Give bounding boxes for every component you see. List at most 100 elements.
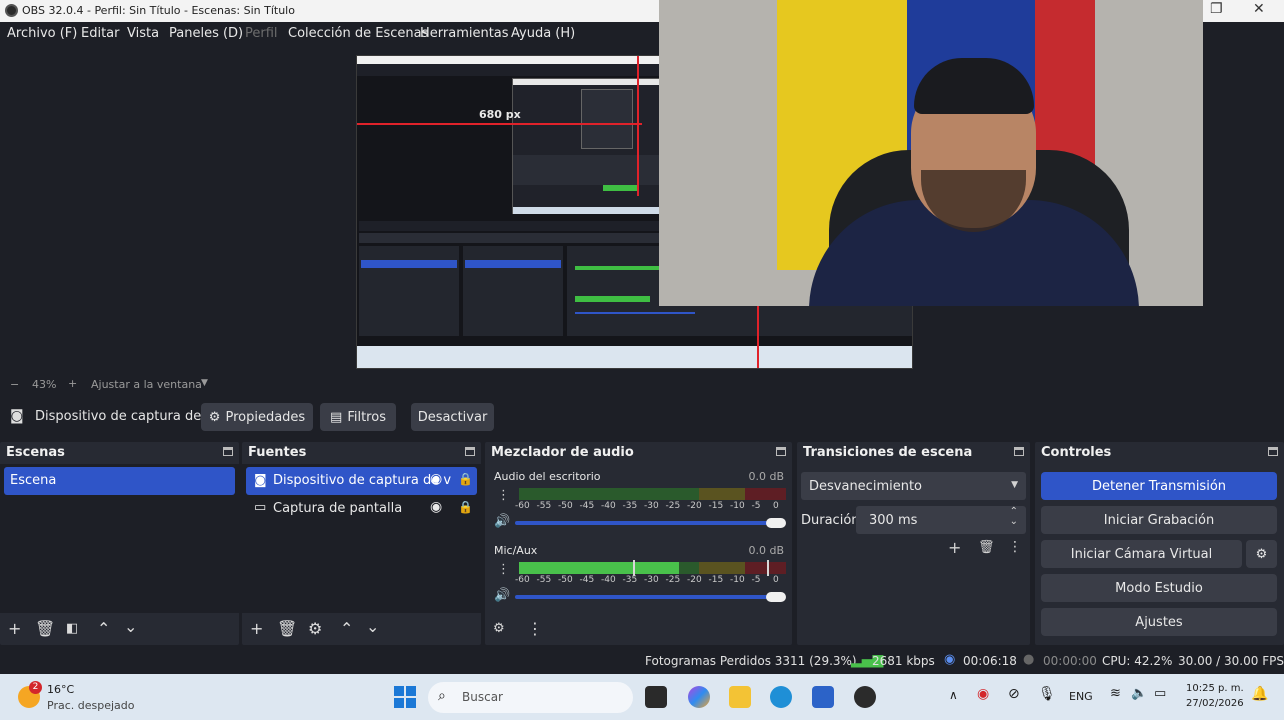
gear-icon[interactable]: ⚙ xyxy=(308,619,322,638)
microphone-icon[interactable]: 🎙 xyxy=(1038,686,1056,702)
dropped-frames: Fotogramas Perdidos 3311 (29.3%) xyxy=(645,654,857,668)
source-item[interactable]: ◙ Dispositivo de captura de v ◉ 🔒 xyxy=(246,467,477,495)
undock-icon[interactable] xyxy=(223,447,233,456)
gear-icon: ⚙ xyxy=(1255,546,1268,562)
tray-icon[interactable]: ⊘ xyxy=(1008,686,1020,702)
meter-tick-label: 0 xyxy=(773,501,779,511)
deactivate-label: Desactivar xyxy=(417,409,488,425)
source-item[interactable]: ▭ Captura de pantalla ◉ 🔒 xyxy=(246,495,477,523)
camera-icon: ◙ xyxy=(10,408,24,424)
move-down-icon[interactable]: ⌄ xyxy=(124,617,137,636)
obs-taskbar-icon[interactable] xyxy=(854,686,876,708)
file-explorer-icon[interactable] xyxy=(729,686,751,708)
kebab-menu-icon[interactable]: ⋮ xyxy=(497,488,510,503)
close-icon[interactable]: ✕ xyxy=(1253,1,1265,17)
menu-coleccion-escenas[interactable]: Colección de Escenas xyxy=(288,26,428,41)
selected-source-name: Dispositivo de captura de v xyxy=(35,409,214,424)
volume-slider[interactable] xyxy=(515,595,775,599)
menu-perfil[interactable]: Perfil xyxy=(245,26,278,41)
zoom-percent: 43% xyxy=(32,378,57,391)
taskview-icon[interactable] xyxy=(645,686,667,708)
menu-archivo[interactable]: Archivo (F) xyxy=(7,26,77,41)
menu-editar[interactable]: Editar xyxy=(81,26,120,41)
transitions-title: Transiciones de escena xyxy=(803,445,973,460)
store-icon[interactable] xyxy=(812,686,834,708)
move-down-icon[interactable]: ⌄ xyxy=(366,617,379,636)
battery-icon[interactable]: ▭ xyxy=(1154,686,1166,701)
trash-icon[interactable]: 🗑 xyxy=(35,619,55,638)
scene-item[interactable]: Escena xyxy=(4,467,235,495)
volume-knob[interactable] xyxy=(766,518,786,528)
taskbar-search[interactable]: ⌕ Buscar xyxy=(428,682,633,713)
status-bar: Fotogramas Perdidos 3311 (29.3%) ▂▄▆ 268… xyxy=(0,648,1284,674)
channel-db: 0.0 dB xyxy=(748,544,784,557)
undock-icon[interactable] xyxy=(1268,447,1278,456)
add-transition-icon[interactable]: + xyxy=(948,538,961,557)
zoom-fit-select[interactable]: Ajustar a la ventana xyxy=(91,378,202,391)
undock-icon[interactable] xyxy=(1014,447,1024,456)
zoom-bar: − 43% + Ajustar a la ventana ▼ xyxy=(0,376,1284,394)
move-up-icon[interactable]: ⌃ xyxy=(97,619,110,638)
undock-icon[interactable] xyxy=(465,447,475,456)
transitions-dock: Transiciones de escena Desvanecimiento ▼… xyxy=(797,442,1030,645)
menu-herramientas[interactable]: Herramientas xyxy=(420,26,509,41)
meter-tick-label: -15 xyxy=(708,501,724,511)
edge-icon[interactable] xyxy=(770,686,792,708)
add-source-icon[interactable]: + xyxy=(250,619,263,638)
language-indicator[interactable]: ENG xyxy=(1069,690,1093,703)
menu-paneles[interactable]: Paneles (D) xyxy=(169,26,243,41)
menu-ayuda[interactable]: Ayuda (H) xyxy=(511,26,575,41)
start-virtual-cam-button[interactable]: Iniciar Cámara Virtual xyxy=(1041,540,1242,568)
deactivate-button[interactable]: Desactivar xyxy=(411,403,494,431)
add-scene-icon[interactable]: + xyxy=(8,619,21,638)
chevron-down-icon[interactable]: ⌄ xyxy=(1010,516,1018,527)
chevron-up-icon[interactable]: ∧ xyxy=(949,688,958,702)
trash-icon[interactable]: 🗑 xyxy=(978,540,995,555)
settings-button[interactable]: Ajustes xyxy=(1041,608,1277,636)
maximize-icon[interactable]: ❐ xyxy=(1210,1,1223,17)
volume-icon[interactable]: 🔈 xyxy=(1131,686,1147,701)
zoom-in-button[interactable]: + xyxy=(68,377,77,390)
filters-button[interactable]: ▤ Filtros xyxy=(320,403,396,431)
meter-tick-label: -45 xyxy=(579,501,595,511)
kebab-menu-icon[interactable]: ⋮ xyxy=(497,562,510,577)
move-up-icon[interactable]: ⌃ xyxy=(340,619,353,638)
windows-start-icon[interactable] xyxy=(394,686,416,708)
transition-select[interactable]: Desvanecimiento ▼ xyxy=(801,472,1026,500)
undock-icon[interactable] xyxy=(776,447,786,456)
stop-stream-button[interactable]: Detener Transmisión xyxy=(1041,472,1277,500)
clock-date[interactable]: 27/02/2026 xyxy=(1186,698,1244,709)
search-icon: ⌕ xyxy=(438,688,446,704)
lock-icon[interactable]: 🔒 xyxy=(458,472,473,486)
studio-mode-button[interactable]: Modo Estudio xyxy=(1041,574,1277,602)
wifi-icon[interactable]: ≋ xyxy=(1110,686,1121,701)
chevron-down-icon[interactable]: ▼ xyxy=(201,378,208,388)
webcam-video[interactable] xyxy=(659,0,1203,306)
record-icon: ● xyxy=(1023,652,1035,667)
properties-button[interactable]: ⚙ Propiedades xyxy=(201,403,313,431)
start-record-button[interactable]: Iniciar Grabación xyxy=(1041,506,1277,534)
obs-tray-icon[interactable]: ◉ xyxy=(977,686,989,702)
lock-icon[interactable]: 🔒 xyxy=(458,500,473,514)
volume-knob[interactable] xyxy=(766,592,786,602)
zoom-out-button[interactable]: − xyxy=(10,378,19,391)
meter-tick-label: -55 xyxy=(536,575,552,585)
sources-list: ◙ Dispositivo de captura de v ◉ 🔒 ▭ Capt… xyxy=(242,464,481,613)
virtual-cam-settings-button[interactable]: ⚙ xyxy=(1246,540,1277,568)
scene-filters-icon[interactable]: ◧ xyxy=(66,621,78,636)
kebab-menu-icon[interactable]: ⋮ xyxy=(1008,539,1022,555)
clock-time[interactable]: 10:25 p. m. xyxy=(1186,683,1244,694)
trash-icon[interactable]: 🗑 xyxy=(277,619,297,638)
duration-input[interactable]: 300 ms ⌃ ⌄ xyxy=(856,506,1026,534)
volume-slider[interactable] xyxy=(515,521,775,525)
eye-icon[interactable]: ◉ xyxy=(430,499,442,515)
meter-tick-label: -50 xyxy=(558,575,573,585)
copilot-icon[interactable] xyxy=(688,686,710,708)
eye-icon[interactable]: ◉ xyxy=(430,471,442,487)
kebab-menu-icon[interactable]: ⋮ xyxy=(527,619,543,638)
speaker-icon[interactable]: 🔊 xyxy=(494,588,510,603)
notifications-icon[interactable]: 🔔 xyxy=(1251,686,1268,702)
menu-vista[interactable]: Vista xyxy=(127,26,159,41)
speaker-icon[interactable]: 🔊 xyxy=(494,514,510,529)
advanced-audio-icon[interactable]: ⚙ xyxy=(493,621,505,636)
